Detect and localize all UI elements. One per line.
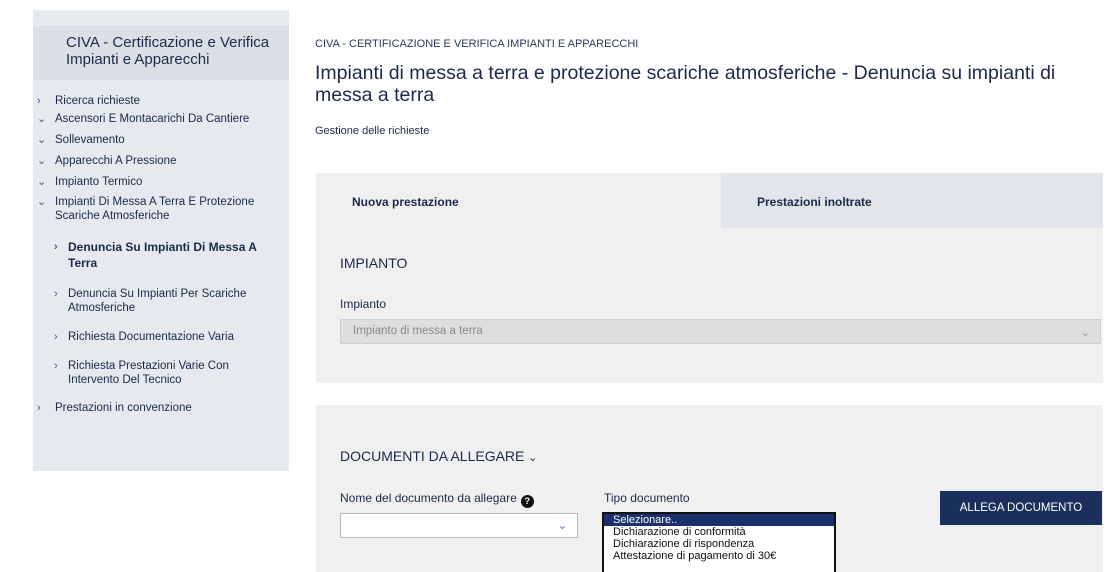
sidebar-subitem-documentazione-varia[interactable]: › Richiesta Documentazione Varia xyxy=(33,330,273,344)
sidebar-item-label: Prestazioni in convenzione xyxy=(55,402,192,414)
document-name-select[interactable]: ⌄ xyxy=(340,513,578,538)
page-subtitle: Gestione delle richieste xyxy=(315,125,430,137)
sidebar-item-prestazioni-convenzione[interactable]: › Prestazioni in convenzione xyxy=(33,401,289,415)
sidebar-item-label: Impianto Termico xyxy=(55,176,143,188)
sidebar-subitem-label: Denuncia Su Impianti Per Scariche Atmosf… xyxy=(68,288,247,314)
document-type-label: Tipo documento xyxy=(604,491,690,505)
chevron-right-icon: › xyxy=(54,360,58,372)
document-name-label-text: Nome del documento da allegare xyxy=(340,491,517,505)
documents-panel: DOCUMENTI DA ALLEGARE ⌄ Nome del documen… xyxy=(316,405,1103,572)
sidebar-item-impianto-termico[interactable]: ⌄ Impianto Termico xyxy=(33,175,289,189)
sidebar-item-ascensori[interactable]: ⌄ Ascensori E Montacarichi Da Cantiere xyxy=(33,112,289,126)
sidebar-item-sollevamento[interactable]: ⌄ Sollevamento xyxy=(33,133,289,147)
sidebar-subitem-label: Richiesta Prestazioni Varie Con Interven… xyxy=(68,360,229,386)
impianto-select: Impianto di messa a terra ⌄ xyxy=(340,319,1101,344)
tab-nuova-prestazione[interactable]: Nuova prestazione xyxy=(316,173,721,228)
chevron-down-icon: ⌄ xyxy=(557,520,567,532)
sidebar-subitem-denuncia-messa-terra[interactable]: › Denuncia Su Impianti Di Messa A Terra xyxy=(33,239,273,271)
documents-section-toggle[interactable]: DOCUMENTI DA ALLEGARE ⌄ xyxy=(340,448,538,464)
chevron-down-icon: ⌄ xyxy=(37,113,47,125)
sidebar-item-label: Ascensori E Montacarichi Da Cantiere xyxy=(55,113,250,125)
chevron-down-icon: ⌄ xyxy=(528,452,538,464)
document-type-option[interactable]: Selezionare.. xyxy=(604,514,834,526)
tab-bar: Nuova prestazione Prestazioni inoltrate xyxy=(316,173,1103,228)
document-name-label: Nome del documento da allegare? xyxy=(340,491,534,508)
sidebar-item-apparecchi-pressione[interactable]: ⌄ Apparecchi A Pressione xyxy=(33,154,289,168)
sidebar-subitem-denuncia-scariche[interactable]: › Denuncia Su Impianti Per Scariche Atmo… xyxy=(33,287,263,315)
chevron-down-icon: ⌄ xyxy=(37,176,47,188)
chevron-down-icon: ⌄ xyxy=(37,134,47,146)
sidebar-subitem-label: Richiesta Documentazione Varia xyxy=(68,331,234,343)
document-type-option[interactable]: Attestazione di pagamento di 30€ xyxy=(604,550,834,562)
impianto-field-label: Impianto xyxy=(340,297,387,311)
document-type-option[interactable]: Dichiarazione di conformità xyxy=(604,526,834,538)
sidebar-item-ricerca-richieste[interactable]: › Ricerca richieste xyxy=(33,94,289,108)
impianto-panel: IMPIANTO Impianto Impianto di messa a te… xyxy=(316,228,1103,383)
chevron-down-icon: ⌄ xyxy=(1080,327,1090,339)
chevron-right-icon: › xyxy=(54,288,58,300)
chevron-down-icon: ⌄ xyxy=(37,155,47,167)
allega-documento-button[interactable]: ALLEGA DOCUMENTO xyxy=(940,491,1102,525)
impianto-section-title: IMPIANTO xyxy=(340,255,408,271)
document-type-listbox[interactable]: Selezionare.. Dichiarazione di conformit… xyxy=(602,512,836,572)
page-title: Impianti di messa a terra e protezione s… xyxy=(315,62,1056,106)
sidebar-nav: › Ricerca richieste ⌄ Ascensori E Montac… xyxy=(33,91,289,415)
chevron-right-icon: › xyxy=(37,95,41,107)
documents-section-title: DOCUMENTI DA ALLEGARE xyxy=(340,448,525,464)
sidebar-title: CIVA - Certificazione e Verifica Impiant… xyxy=(33,26,289,80)
sidebar: CIVA - Certificazione e Verifica Impiant… xyxy=(33,10,289,471)
sidebar-subitem-label: Denuncia Su Impianti Di Messa A Terra xyxy=(68,240,257,270)
sidebar-item-impianti-messa-terra[interactable]: ⌄ Impianti Di Messa A Terra E Protezione… xyxy=(33,195,283,223)
chevron-right-icon: › xyxy=(54,241,58,253)
breadcrumb: CIVA - CERTIFICAZIONE E VERIFICA IMPIANT… xyxy=(315,38,639,50)
sidebar-item-label: Ricerca richieste xyxy=(55,95,140,107)
sidebar-item-label: Sollevamento xyxy=(55,134,125,146)
sidebar-item-label: Impianti Di Messa A Terra E Protezione S… xyxy=(55,196,255,222)
chevron-right-icon: › xyxy=(54,331,58,343)
chevron-down-icon: ⌄ xyxy=(37,196,47,208)
help-icon[interactable]: ? xyxy=(520,495,534,508)
impianto-select-value: Impianto di messa a terra xyxy=(353,325,483,337)
tab-prestazioni-inoltrate[interactable]: Prestazioni inoltrate xyxy=(721,173,1103,228)
sidebar-item-label: Apparecchi A Pressione xyxy=(55,155,177,167)
document-type-option[interactable]: Dichiarazione di rispondenza xyxy=(604,538,834,550)
sidebar-subitem-prestazioni-varie[interactable]: › Richiesta Prestazioni Varie Con Interv… xyxy=(33,359,263,387)
chevron-right-icon: › xyxy=(37,402,41,414)
